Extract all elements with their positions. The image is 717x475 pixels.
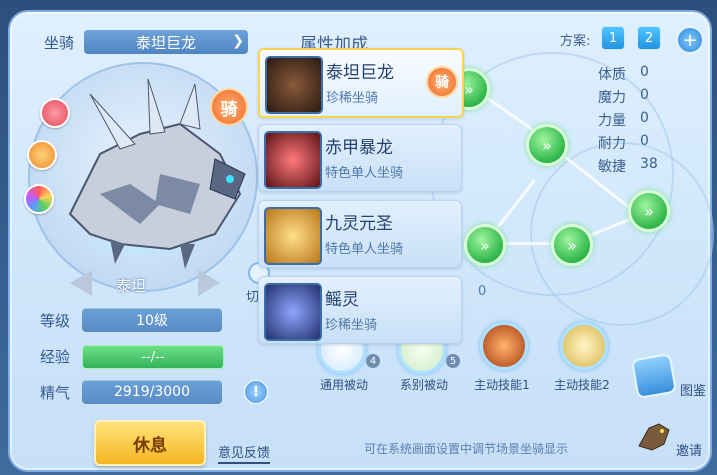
talent-node[interactable]: » xyxy=(526,124,568,166)
mount-portrait-icon xyxy=(265,56,323,114)
mount-portrait-icon xyxy=(264,207,322,265)
display-hint: 可在系统画面设置中调节场景坐骑显示 xyxy=(364,442,569,456)
exp-label: 经验 xyxy=(40,348,71,366)
stat-value: 0 xyxy=(640,64,649,80)
ride-badge[interactable]: 骑 xyxy=(210,88,248,126)
mount-list-item[interactable]: 鳐灵 珍稀坐骑 xyxy=(258,276,462,344)
mount-list-item[interactable]: 赤甲暴龙 特色单人坐骑 xyxy=(258,124,462,192)
exp-bar: --/-- xyxy=(82,345,224,369)
mount-portrait-icon xyxy=(264,131,322,189)
add-plan-button[interactable]: + xyxy=(676,26,704,54)
chevron-right-icon: ❯ xyxy=(232,33,244,49)
partial-zero-text: 0 xyxy=(478,284,487,299)
skill-badge-icon[interactable] xyxy=(40,98,70,128)
info-icon[interactable]: ! xyxy=(244,380,268,404)
plan-1-button[interactable]: 1 xyxy=(601,26,625,50)
rest-button[interactable]: 休息 xyxy=(94,420,206,466)
mount-label: 坐骑 xyxy=(44,34,75,52)
skill-label: 主动技能2 xyxy=(554,378,610,392)
level-value: 10级 xyxy=(82,308,222,332)
skill-count: 5 xyxy=(446,354,460,368)
active-skill-1-icon[interactable] xyxy=(480,322,528,370)
skill-label: 主动技能1 xyxy=(474,378,530,392)
mount-item-name: 九灵元圣 xyxy=(325,214,393,234)
mount-item-name: 泰坦巨龙 xyxy=(326,63,394,83)
talent-node[interactable]: » xyxy=(464,224,506,266)
spirit-label: 精气 xyxy=(40,384,71,402)
ride-badge: 骑 xyxy=(426,66,458,98)
feedback-tab[interactable]: 意见反馈 xyxy=(218,442,271,464)
codex-book-icon[interactable] xyxy=(630,352,678,400)
stat-name: 敏捷 xyxy=(598,159,626,175)
stat-value: 0 xyxy=(640,87,649,103)
equipment-icon[interactable] xyxy=(27,140,57,170)
mount-portrait-icon xyxy=(264,283,322,341)
plan-label: 方案: xyxy=(560,34,591,49)
mount-item-name: 鳐灵 xyxy=(325,290,359,310)
codex-label[interactable]: 图鉴 xyxy=(680,380,706,399)
next-mount-arrow[interactable] xyxy=(198,270,220,296)
stat-value: 38 xyxy=(640,156,658,172)
mount-item-type: 珍稀坐骑 xyxy=(325,318,378,333)
skill-label: 系别被动 xyxy=(399,378,448,392)
mount-list-item[interactable]: 泰坦巨龙 珍稀坐骑 骑 xyxy=(258,48,464,118)
stage-mount-name: 泰坦 xyxy=(116,277,147,295)
active-skill-2-icon[interactable] xyxy=(560,322,608,370)
stat-name: 魔力 xyxy=(598,90,626,106)
mount-name-selector[interactable]: 泰坦巨龙 ❯ xyxy=(84,30,248,54)
skill-count: 4 xyxy=(366,354,380,368)
invite-label[interactable]: 邀请 xyxy=(676,440,702,459)
spirit-value: 2919/3000 xyxy=(82,380,222,404)
prev-mount-arrow[interactable] xyxy=(70,270,92,296)
talent-node[interactable]: » xyxy=(628,190,670,232)
stat-name: 耐力 xyxy=(598,136,626,152)
dragon-mascot-icon[interactable] xyxy=(634,416,674,456)
plan-2-button[interactable]: 2 xyxy=(637,26,661,50)
stat-value: 0 xyxy=(640,110,649,126)
mount-name-text: 泰坦巨龙 xyxy=(135,33,196,52)
mount-item-type: 特色单人坐骑 xyxy=(325,242,404,257)
talent-node[interactable]: » xyxy=(551,224,593,266)
stat-value: 0 xyxy=(640,133,649,149)
mount-item-type: 特色单人坐骑 xyxy=(325,166,404,181)
mount-item-name: 赤甲暴龙 xyxy=(325,138,393,158)
stat-name: 力量 xyxy=(598,113,626,129)
mount-list-item[interactable]: 九灵元圣 特色单人坐骑 xyxy=(258,200,462,268)
stat-name: 体质 xyxy=(598,67,626,83)
skill-label: 通用被动 xyxy=(319,378,368,392)
mount-item-type: 珍稀坐骑 xyxy=(326,91,379,106)
level-label: 等级 xyxy=(40,312,71,330)
color-palette-icon[interactable] xyxy=(24,184,54,214)
